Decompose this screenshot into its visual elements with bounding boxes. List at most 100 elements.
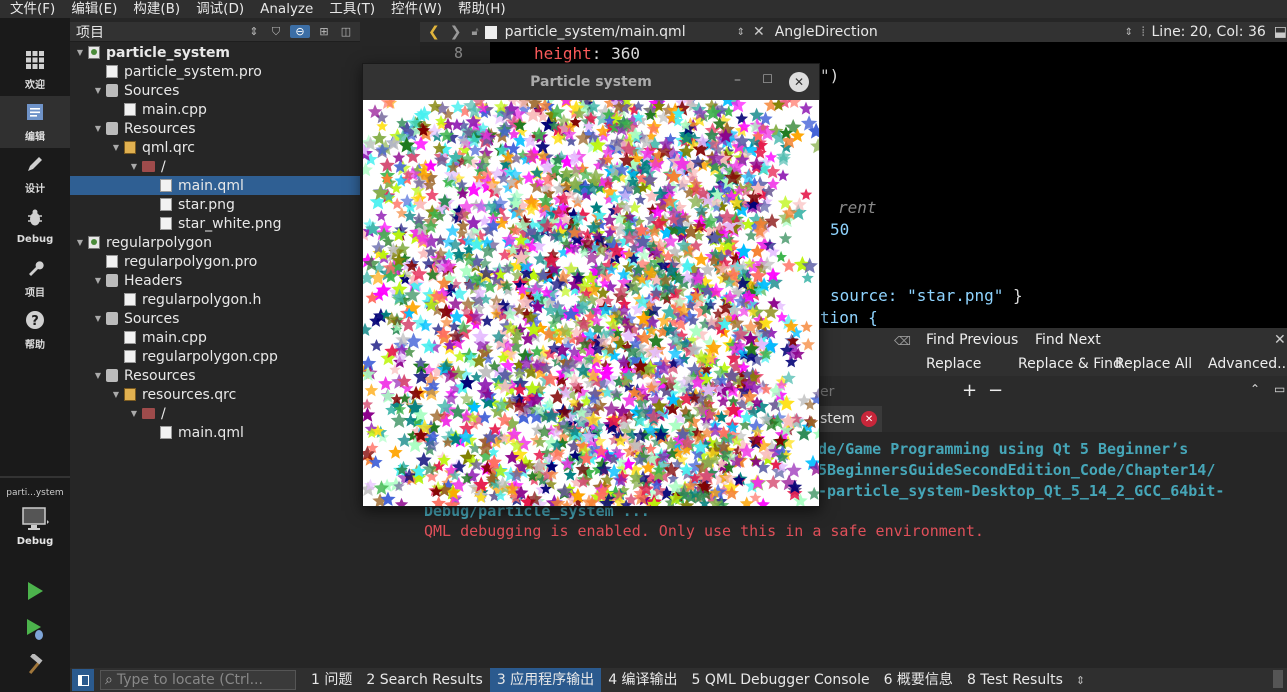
menu-item[interactable]: 编辑(E) <box>71 0 117 18</box>
mode-design[interactable]: 设计 <box>0 148 70 200</box>
window-titlebar[interactable]: Particle system – ☐ ✕ <box>363 64 819 100</box>
tree-item[interactable]: star.png <box>70 195 360 214</box>
replace-all-button[interactable]: Replace All <box>1115 356 1192 372</box>
tree-item[interactable]: ▼ / <box>70 157 360 176</box>
maximize-pane-icon[interactable]: ⌃ <box>1250 382 1260 396</box>
tab-test-results[interactable]: 8 Test Results <box>960 668 1070 692</box>
minus-icon[interactable]: − <box>988 380 1003 401</box>
mode-edit[interactable]: 编辑 <box>0 96 70 148</box>
tree-item[interactable]: main.cpp <box>70 100 360 119</box>
mode-projects[interactable]: 项目 <box>0 252 70 304</box>
find-next-button[interactable]: Find Next <box>1035 332 1101 348</box>
output-tab[interactable]: stem ✕ <box>820 406 882 432</box>
run-button[interactable] <box>0 576 70 606</box>
tree-item[interactable]: regularpolygon.pro <box>70 252 360 271</box>
tree-item[interactable]: ▼ Resources <box>70 119 360 138</box>
close-pane-icon[interactable]: ▭ <box>1274 382 1285 396</box>
tree-item[interactable]: main.cpp <box>70 328 360 347</box>
close-tab-icon[interactable]: ✕ <box>861 411 878 427</box>
tree-item[interactable]: ▼ / <box>70 404 360 423</box>
more-tabs-icon[interactable]: ⇕ <box>1076 674 1085 687</box>
menu-item[interactable]: 控件(W) <box>391 0 442 18</box>
maximize-icon[interactable]: ☐ <box>762 72 773 86</box>
expand-arrow-icon[interactable]: ▼ <box>92 314 104 323</box>
build-button[interactable] <box>0 650 70 680</box>
advanced-button[interactable]: Advanced... <box>1208 356 1287 372</box>
symbol-combo[interactable]: AngleDirection <box>775 24 1125 40</box>
particle-system-window[interactable]: Particle system – ☐ ✕ <box>362 63 820 507</box>
back-icon[interactable]: ❮ <box>428 24 440 40</box>
clear-field-icon[interactable]: ⌫ <box>894 334 911 348</box>
file-combo-arrow-icon[interactable]: ⇕ <box>737 27 745 38</box>
tree-item[interactable]: ▼ qml.qrc <box>70 138 360 157</box>
minimize-icon[interactable]: – <box>734 72 741 88</box>
expand-arrow-icon[interactable]: ▼ <box>92 124 104 133</box>
close-sidebar-icon[interactable]: ◫ <box>338 25 354 38</box>
mode-debug[interactable]: Debug <box>0 200 70 252</box>
mode-help[interactable]: ? 帮助 <box>0 304 70 356</box>
open-file-combo[interactable]: particle_system/main.qml <box>505 24 737 40</box>
output-filter-input[interactable]: er <box>820 384 834 400</box>
tree-item[interactable]: ▼ particle_system <box>70 43 360 62</box>
menu-item[interactable]: 调试(D) <box>196 0 244 18</box>
close-window-icon[interactable]: ✕ <box>789 72 809 92</box>
tree-item[interactable]: ▼ Sources <box>70 309 360 328</box>
filter-icon[interactable]: ⛉ <box>268 25 284 39</box>
symbol-combo-arrow-icon[interactable]: ⇕ <box>1125 27 1133 38</box>
forward-icon[interactable]: ❯ <box>450 24 462 40</box>
tree-item-label: Resources <box>124 120 196 137</box>
expand-arrow-icon[interactable]: ▼ <box>92 276 104 285</box>
star-particle <box>453 350 467 363</box>
close-find-icon[interactable]: ✕ <box>1274 332 1286 348</box>
progress-toggle[interactable] <box>1273 670 1283 688</box>
tree-item[interactable]: ▼ Headers <box>70 271 360 290</box>
tree-item[interactable]: ▼ regularpolygon <box>70 233 360 252</box>
split-editor-icon[interactable]: ⬓ <box>1274 24 1287 40</box>
tree-item[interactable]: main.qml <box>70 423 360 442</box>
locator-input[interactable]: ⌕ Type to locate (Ctrl... <box>100 670 296 690</box>
link-icon[interactable]: ⊖ <box>290 25 310 38</box>
mode-label: 欢迎 <box>25 79 45 91</box>
tab-application-output[interactable]: 3 应用程序输出 <box>489 668 602 692</box>
expand-arrow-icon[interactable]: ▼ <box>92 86 104 95</box>
tree-item[interactable]: regularpolygon.cpp <box>70 347 360 366</box>
tab-search-results[interactable]: 2 Search Results <box>359 668 489 692</box>
expand-arrow-icon[interactable]: ▼ <box>74 48 86 57</box>
tab-general-messages[interactable]: 6 概要信息 <box>877 668 960 692</box>
expand-arrow-icon[interactable]: ▼ <box>110 390 122 399</box>
kit-selector[interactable]: Debug <box>0 506 70 558</box>
tree-item[interactable]: particle_system.pro <box>70 62 360 81</box>
expand-arrow-icon[interactable]: ▼ <box>128 409 140 418</box>
expand-arrow-icon[interactable]: ▼ <box>110 143 122 152</box>
expand-arrow-icon[interactable]: ▼ <box>128 162 140 171</box>
menu-item[interactable]: 构建(B) <box>133 0 180 18</box>
tree-item[interactable]: ▼ resources.qrc <box>70 385 360 404</box>
replace-find-button[interactable]: Replace & Find <box>1018 356 1122 372</box>
replace-button[interactable]: Replace <box>926 356 981 372</box>
menu-item[interactable]: Analyze <box>260 0 313 18</box>
menu-item[interactable]: 文件(F) <box>10 0 55 18</box>
menu-item[interactable]: 工具(T) <box>329 0 375 18</box>
tab-compile-output[interactable]: 4 编译输出 <box>601 668 684 692</box>
tree-item[interactable]: regularpolygon.h <box>70 290 360 309</box>
view-select-icon[interactable]: ⇕ <box>246 25 262 38</box>
tab-issues[interactable]: 1 问题 <box>304 668 359 692</box>
code-number: 50 <box>830 220 850 239</box>
mode-welcome[interactable]: 欢迎 <box>0 44 70 96</box>
toggle-sidebar-icon[interactable] <box>72 669 94 691</box>
debug-run-button[interactable] <box>0 614 70 644</box>
add-icon[interactable]: + <box>962 380 977 401</box>
tab-qml-debugger-console[interactable]: 5 QML Debugger Console <box>685 668 877 692</box>
file-icon <box>484 25 497 39</box>
expand-arrow-icon[interactable]: ▼ <box>74 238 86 247</box>
menu-item[interactable]: 帮助(H) <box>458 0 506 18</box>
tree-item[interactable]: star_white.png <box>70 214 360 233</box>
tree-item[interactable]: ▼ Resources <box>70 366 360 385</box>
tree-item[interactable]: main.qml <box>70 176 360 195</box>
tree-item[interactable]: ▼ Sources <box>70 81 360 100</box>
find-previous-button[interactable]: Find Previous <box>926 332 1018 348</box>
close-file-icon[interactable]: ✕ <box>753 24 765 40</box>
split-icon[interactable]: ⊞ <box>316 25 332 38</box>
expand-arrow-icon[interactable]: ▼ <box>92 371 104 380</box>
star-particle <box>800 320 813 333</box>
